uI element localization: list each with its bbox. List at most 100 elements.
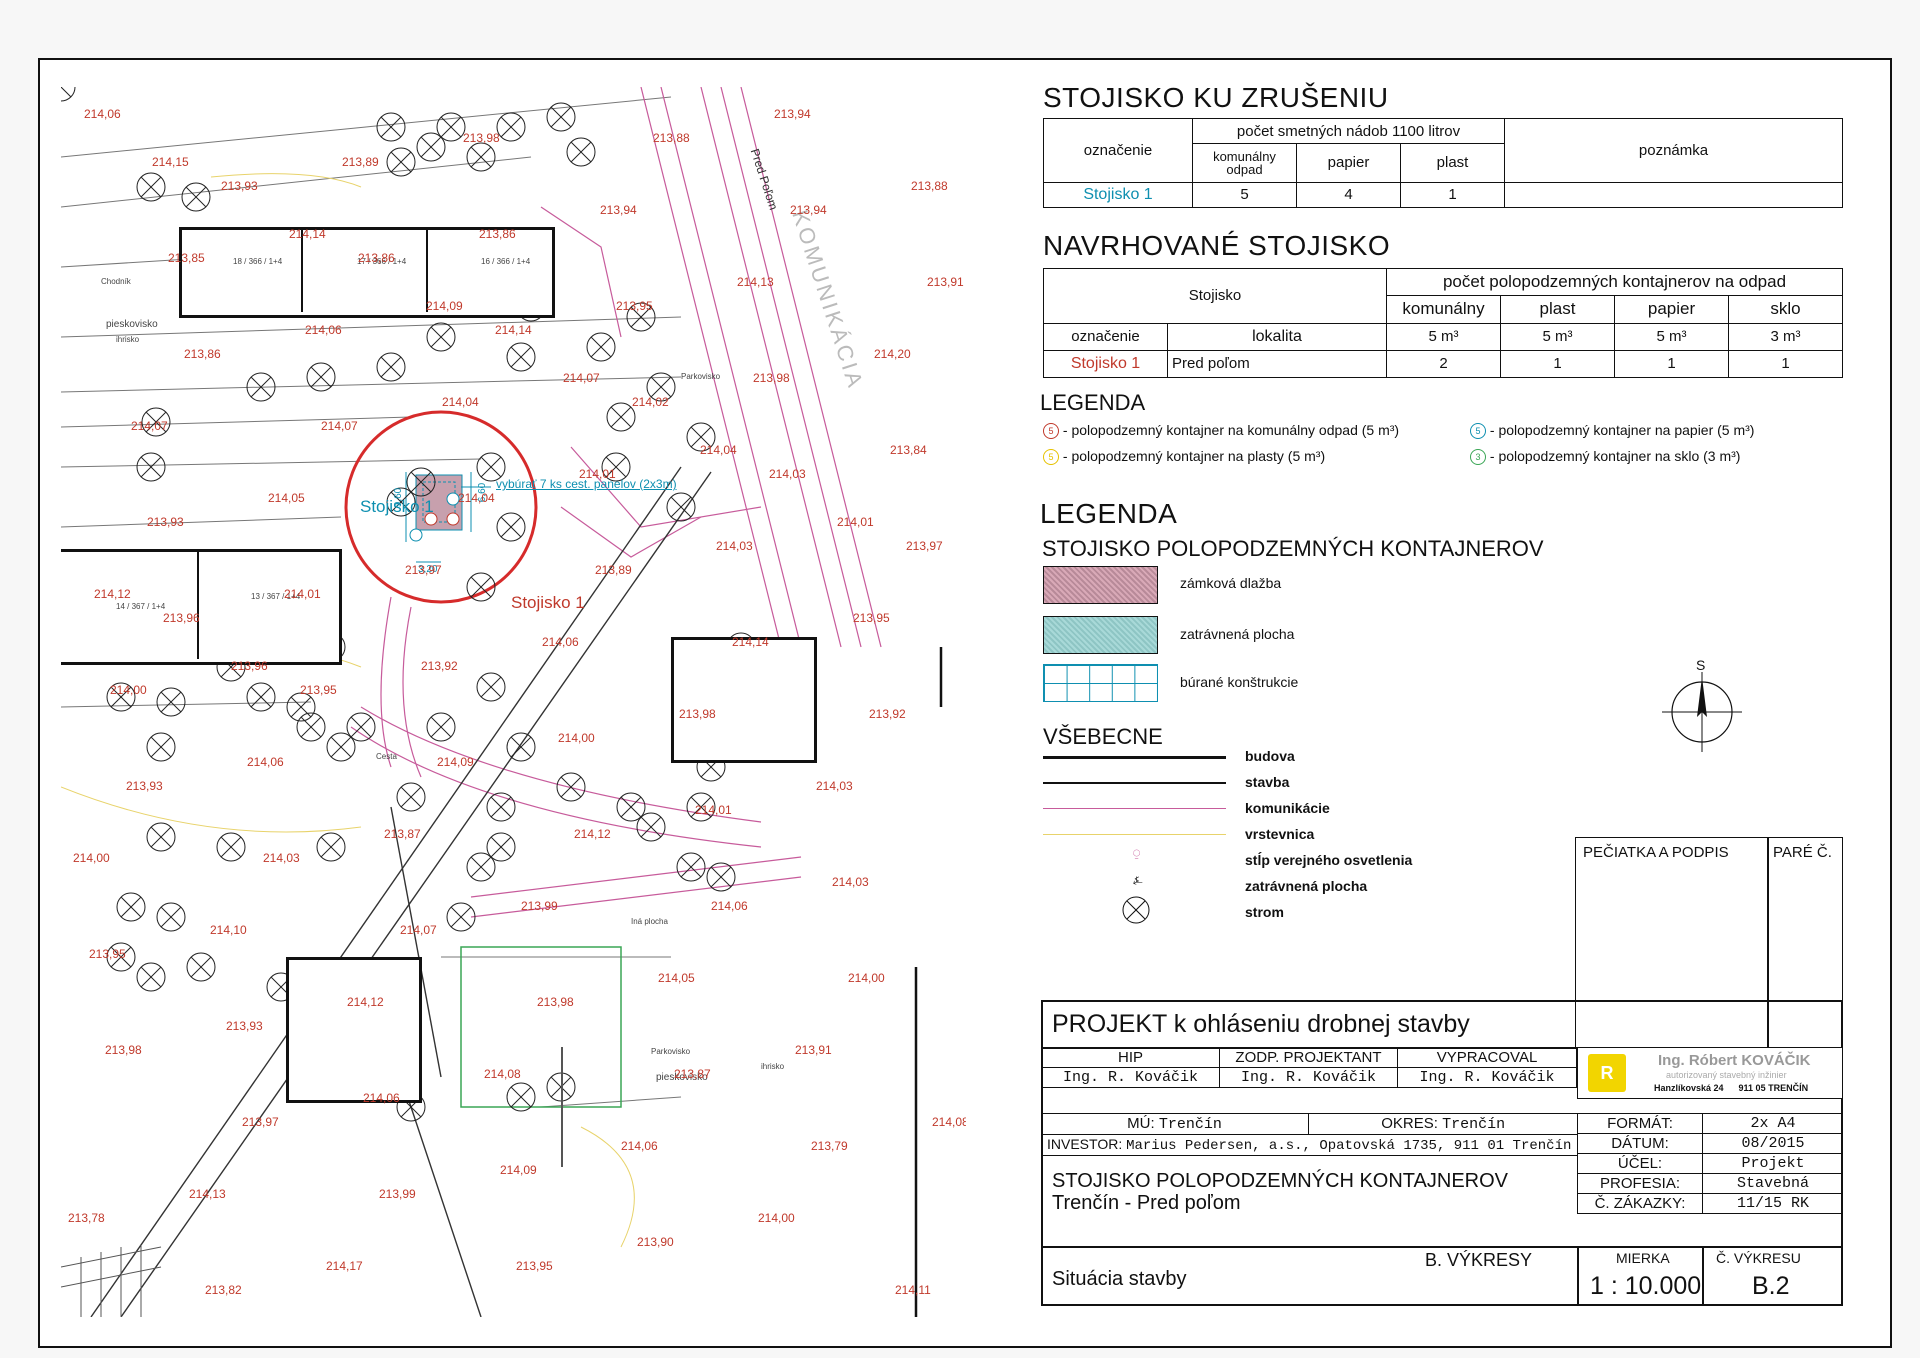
legend2-title: LEGENDA <box>1040 498 1178 529</box>
tree-icon <box>1122 896 1150 924</box>
paving-swatch-icon <box>1043 566 1158 604</box>
spot-height: 213,98 <box>463 131 500 145</box>
vypracoval-value: Ing. R. Kováčik <box>1397 1067 1577 1088</box>
vypracoval-label: VYPRACOVAL <box>1397 1047 1577 1068</box>
cislo-value: B.2 <box>1752 1272 1790 1300</box>
spot-height: 214,13 <box>737 275 774 289</box>
block-label: 16 / 366 / 1+4 <box>481 257 531 266</box>
spot-height: 214,06 <box>621 1139 658 1153</box>
container-komunalny-icon: 5 <box>1043 423 1059 440</box>
okres-label: OKRES: <box>1381 1115 1438 1132</box>
spot-height: 214,08 <box>484 1067 521 1081</box>
place-label: ihrisko <box>116 335 140 344</box>
zodp-label: ZODP. PROJEKTANT <box>1219 1047 1398 1068</box>
spot-height: 213,98 <box>753 371 790 385</box>
spot-height: 214,06 <box>305 323 342 337</box>
stand-label-proposed: Stojisko 1 <box>511 593 585 612</box>
spot-height: 214,07 <box>400 923 437 937</box>
legend-vrstevnica: vrstevnica <box>1245 826 1315 842</box>
spot-height: 213,98 <box>105 1043 142 1057</box>
spot-height: 214,00 <box>73 851 110 865</box>
row-lokalita: Pred poľom <box>1167 349 1387 379</box>
spot-height: 214,02 <box>632 395 669 409</box>
col-oznacenie: označenie <box>1043 322 1168 351</box>
spot-height: 214,09 <box>500 1163 537 1177</box>
spot-height: 213,97 <box>405 563 442 577</box>
spot-height: 214,12 <box>347 995 384 1009</box>
spot-height: 213,91 <box>927 275 964 289</box>
north-arrow-icon <box>1662 672 1742 752</box>
vol-sklo: 3 m³ <box>1728 322 1843 351</box>
spot-height: 213,84 <box>890 443 927 457</box>
meta-table: FORMÁT: 2x A4 DÁTUM: 08/2015 ÚČEL: Projekt … <box>1577 1113 1843 1214</box>
drawing-name-1: STOJISKO POLOPODZEMNÝCH KONTAJNEROV <box>1052 1170 1508 1192</box>
spot-height: 214,03 <box>832 875 869 889</box>
pare-label: PARÉ Č. <box>1773 844 1832 861</box>
spot-height: 214,07 <box>131 419 168 433</box>
row-komunalny: 5 <box>1192 181 1297 209</box>
spot-height: 214,14 <box>289 227 326 241</box>
vol-papier: 5 m³ <box>1614 322 1729 351</box>
place-label: pieskovisko <box>106 319 158 330</box>
place-label: Cesta <box>376 752 397 761</box>
spot-height: 213,99 <box>521 899 558 913</box>
section-title-proposed: NAVRHOVANÉ STOJISKO <box>1043 230 1391 261</box>
spot-height: 213,93 <box>226 1019 263 1033</box>
spot-height: 214,06 <box>711 899 748 913</box>
spot-height: 214,14 <box>732 635 769 649</box>
col-lokalita: lokalita <box>1167 322 1387 351</box>
legend-item-plasty: 5 - polopodzemný kontajner na plasty (5 … <box>1043 448 1326 466</box>
spot-height: 214,03 <box>716 539 753 553</box>
vol-plast: 5 m³ <box>1500 322 1615 351</box>
row-plast: 1 <box>1400 181 1505 209</box>
line-vrstevnica <box>1043 834 1226 835</box>
spot-height: 213,92 <box>869 707 906 721</box>
location-table: MÚ: Trenčín OKRES: Trenčín INVESTOR: Mar… <box>1041 1113 1579 1156</box>
legend-lawn-general: zatrávnená plocha <box>1245 878 1368 894</box>
spot-height: 214,11 <box>895 1283 931 1297</box>
spot-height: 214,20 <box>874 347 911 361</box>
format-value: 2x A4 <box>1702 1113 1843 1134</box>
row-poznamka <box>1504 181 1843 209</box>
spot-height: 213,89 <box>342 155 379 169</box>
drawing-sheet: 18 / 366 / 1+4 17 / 366 / 1+4 16 / 366 /… <box>38 58 1892 1348</box>
spot-height: 214,17 <box>326 1259 363 1273</box>
tree-symbols <box>61 87 76 102</box>
place-label: ihrisko <box>761 1062 785 1071</box>
spot-height: 214,00 <box>848 971 885 985</box>
spot-height: 213,99 <box>379 1187 416 1201</box>
row-komunalny: 2 <box>1386 349 1501 379</box>
building-lower-left <box>286 957 422 1103</box>
spot-height: 213,79 <box>811 1139 848 1153</box>
spot-height: 213,95 <box>300 683 337 697</box>
spot-height: 213,95 <box>89 947 126 961</box>
legend-lamp: stĺp verejného osvetlenia <box>1245 852 1413 868</box>
investor-value: Marius Pedersen, a.s., Opatovská 1735, 9… <box>1126 1138 1572 1154</box>
place-label: Iná plocha <box>631 917 668 926</box>
profesia-value: Stavebná <box>1702 1173 1843 1194</box>
spot-height: 214,06 <box>542 635 579 649</box>
spot-height: 213,94 <box>600 203 637 217</box>
vol-komunalny: 5 m³ <box>1386 322 1501 351</box>
spot-height: 214,00 <box>758 1211 795 1225</box>
col-plast: plast <box>1500 295 1615 324</box>
container-sklo-icon: 3 <box>1470 449 1486 466</box>
col-stojisko: Stojisko <box>1043 268 1387 324</box>
ucel-value: Projekt <box>1702 1153 1843 1174</box>
spot-height: 213,98 <box>537 995 574 1009</box>
spot-height: 213,86 <box>358 251 395 265</box>
zakazka-label: Č. ZÁKAZKY: <box>1577 1193 1703 1214</box>
spot-height: 214,04 <box>442 395 479 409</box>
mierka-value: 1 : 10.000 <box>1590 1272 1702 1300</box>
block-label: 18 / 366 / 1+4 <box>233 257 283 266</box>
legend-text: - polopodzemný kontajner na plasty (5 m³… <box>1062 448 1326 464</box>
profesia-label: PROFESIA: <box>1577 1173 1703 1194</box>
spot-height: 214,12 <box>94 587 131 601</box>
project-title: PROJEKT k ohláseniu drobnej stavby <box>1052 1010 1470 1038</box>
spot-height: 213,88 <box>911 179 948 193</box>
spot-height: 213,93 <box>221 179 258 193</box>
spot-height: 214,01 <box>695 803 732 817</box>
spot-height: 214,03 <box>263 851 300 865</box>
legend-paving: zámková dlažba <box>1180 575 1282 591</box>
line-stavba <box>1043 782 1226 784</box>
